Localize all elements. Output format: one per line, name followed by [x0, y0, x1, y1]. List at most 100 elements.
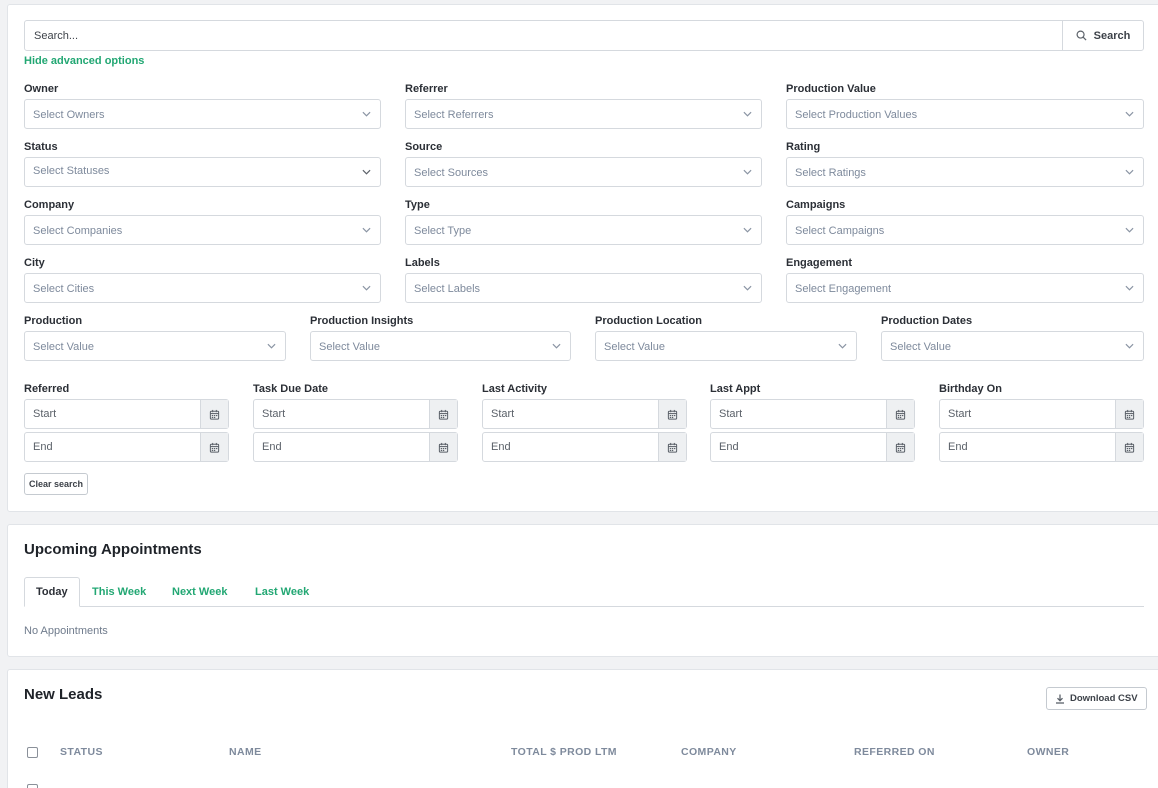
- type-select[interactable]: Select Type: [405, 215, 762, 245]
- rating-select[interactable]: Select Ratings: [786, 157, 1144, 187]
- chevron-down-icon: [362, 169, 371, 175]
- calendar-icon[interactable]: [1115, 400, 1143, 428]
- hide-advanced-options-link[interactable]: Hide advanced options: [24, 55, 144, 67]
- chevron-down-icon: [743, 227, 752, 233]
- chevron-down-icon: [1125, 169, 1134, 175]
- referred-start-date[interactable]: Start: [24, 399, 229, 429]
- date-start-text: Start: [491, 408, 515, 420]
- production-insights-select[interactable]: Select Value: [310, 331, 571, 361]
- referred-end-date[interactable]: End: [24, 432, 229, 462]
- column-header-referred-on[interactable]: REFERRED ON: [854, 746, 935, 758]
- column-header-company[interactable]: COMPANY: [681, 746, 737, 758]
- download-csv-button[interactable]: Download CSV: [1046, 687, 1147, 710]
- owner-label: Owner: [24, 83, 59, 95]
- production-value-label: Production Value: [786, 83, 876, 95]
- tab-today[interactable]: Today: [24, 577, 80, 607]
- chevron-down-icon: [1125, 111, 1134, 117]
- new-leads-title: New Leads: [24, 686, 103, 703]
- calendar-icon[interactable]: [1115, 433, 1143, 461]
- production-dates-label: Production Dates: [881, 315, 973, 327]
- company-select[interactable]: Select Companies: [24, 215, 381, 245]
- calendar-icon[interactable]: [429, 400, 457, 428]
- column-header-total-prod[interactable]: TOTAL $ PROD LTM: [511, 746, 617, 758]
- date-end-text: End: [33, 441, 53, 453]
- birthday-start-date[interactable]: Start: [939, 399, 1144, 429]
- production-dates-select-placeholder: Select Value: [890, 341, 951, 353]
- task-due-end-date[interactable]: End: [253, 432, 458, 462]
- production-select[interactable]: Select Value: [24, 331, 286, 361]
- production-location-select[interactable]: Select Value: [595, 331, 857, 361]
- row-checkbox[interactable]: [27, 784, 38, 788]
- birthday-end-date[interactable]: End: [939, 432, 1144, 462]
- production-insights-select-placeholder: Select Value: [319, 341, 380, 353]
- chevron-down-icon: [838, 343, 847, 349]
- date-start-text: Start: [948, 408, 972, 420]
- last-activity-start-date[interactable]: Start: [482, 399, 687, 429]
- calendar-icon[interactable]: [658, 433, 686, 461]
- production-insights-label: Production Insights: [310, 315, 414, 327]
- search-filters-panel: Search Hide advanced options Owner Selec…: [7, 4, 1158, 512]
- calendar-icon[interactable]: [886, 433, 914, 461]
- engagement-select[interactable]: Select Engagement: [786, 273, 1144, 303]
- owner-select[interactable]: Select Owners: [24, 99, 381, 129]
- chevron-down-icon: [1125, 343, 1134, 349]
- calendar-icon[interactable]: [429, 433, 457, 461]
- source-label: Source: [405, 141, 443, 153]
- upcoming-appointments-panel: Upcoming Appointments Today This Week Ne…: [7, 524, 1158, 657]
- production-label: Production: [24, 315, 83, 327]
- status-select-placeholder: Select Statuses: [33, 164, 110, 177]
- production-location-label: Production Location: [595, 315, 702, 327]
- search-button-label: Search: [1093, 29, 1131, 42]
- chevron-down-icon: [362, 285, 371, 291]
- date-end-text: End: [262, 441, 282, 453]
- production-value-select-placeholder: Select Production Values: [795, 109, 918, 121]
- last-activity-end-date[interactable]: End: [482, 432, 687, 462]
- clear-search-button[interactable]: Clear search: [24, 473, 89, 495]
- chevron-down-icon: [743, 169, 752, 175]
- select-all-checkbox[interactable]: [27, 747, 38, 758]
- campaigns-select-placeholder: Select Campaigns: [795, 225, 885, 237]
- search-input[interactable]: [25, 21, 1062, 50]
- column-header-status[interactable]: STATUS: [60, 746, 103, 758]
- city-select[interactable]: Select Cities: [24, 273, 381, 303]
- column-header-name[interactable]: NAME: [229, 746, 262, 758]
- labels-select[interactable]: Select Labels: [405, 273, 762, 303]
- rating-select-placeholder: Select Ratings: [795, 167, 866, 179]
- status-select[interactable]: Select Statuses: [24, 157, 381, 187]
- chevron-down-icon: [743, 285, 752, 291]
- production-dates-select[interactable]: Select Value: [881, 331, 1144, 361]
- download-icon: [1056, 694, 1064, 704]
- appointments-title: Upcoming Appointments: [24, 541, 202, 558]
- source-select[interactable]: Select Sources: [405, 157, 762, 187]
- birthday-on-label: Birthday On: [939, 383, 1002, 395]
- referrer-select-placeholder: Select Referrers: [414, 109, 494, 121]
- tab-last-week[interactable]: Last Week: [255, 577, 309, 607]
- production-value-select[interactable]: Select Production Values: [786, 99, 1144, 129]
- date-end-text: End: [719, 441, 739, 453]
- labels-select-placeholder: Select Labels: [414, 283, 481, 295]
- production-select-placeholder: Select Value: [33, 341, 94, 353]
- campaigns-select[interactable]: Select Campaigns: [786, 215, 1144, 245]
- labels-label: Labels: [405, 257, 440, 269]
- calendar-icon[interactable]: [200, 433, 228, 461]
- production-location-select-placeholder: Select Value: [604, 341, 665, 353]
- calendar-icon[interactable]: [200, 400, 228, 428]
- search-button[interactable]: Search: [1062, 21, 1143, 50]
- referrer-select[interactable]: Select Referrers: [405, 99, 762, 129]
- last-activity-label: Last Activity: [482, 383, 548, 395]
- owner-select-placeholder: Select Owners: [33, 109, 105, 121]
- tab-this-week[interactable]: This Week: [92, 577, 146, 607]
- last-appt-end-date[interactable]: End: [710, 432, 915, 462]
- calendar-icon[interactable]: [886, 400, 914, 428]
- date-start-text: Start: [33, 408, 57, 420]
- column-header-owner[interactable]: OWNER: [1027, 746, 1069, 758]
- chevron-down-icon: [362, 227, 371, 233]
- tab-next-week[interactable]: Next Week: [172, 577, 227, 607]
- city-select-placeholder: Select Cities: [33, 283, 95, 295]
- no-appointments-text: No Appointments: [24, 625, 108, 637]
- chevron-down-icon: [1125, 285, 1134, 291]
- task-due-start-date[interactable]: Start: [253, 399, 458, 429]
- calendar-icon[interactable]: [658, 400, 686, 428]
- city-label: City: [24, 257, 45, 269]
- last-appt-start-date[interactable]: Start: [710, 399, 915, 429]
